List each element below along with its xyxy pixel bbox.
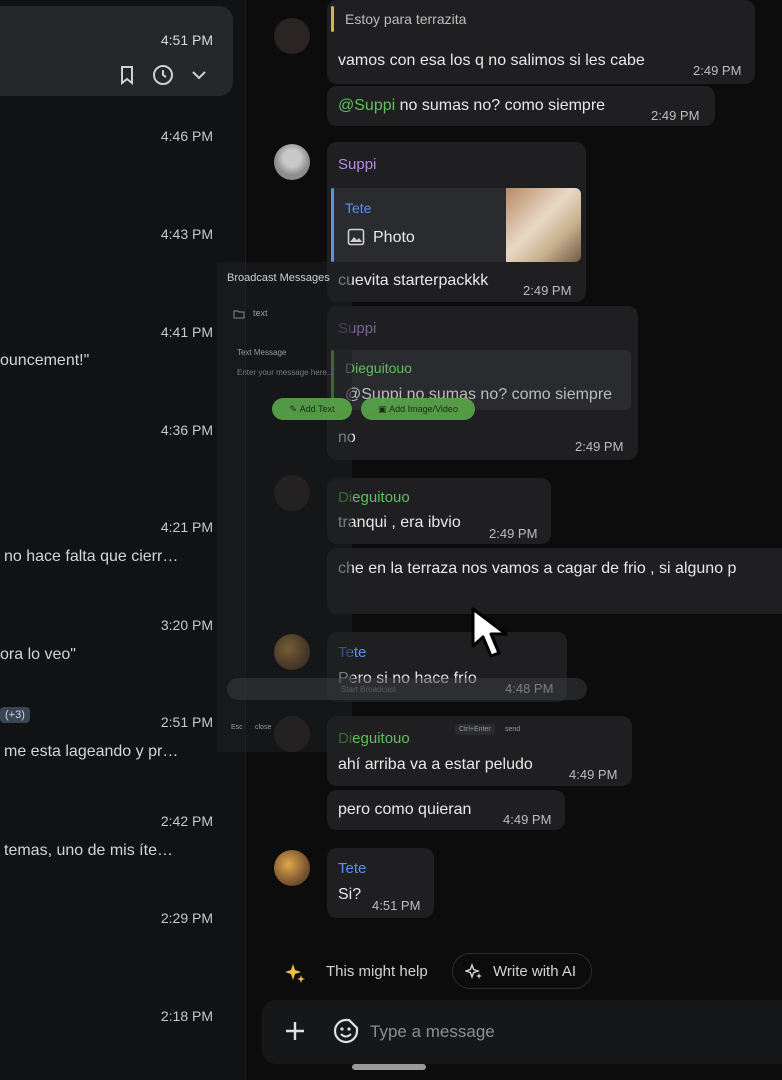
- chat-list: 4:51 PM 4:46 PM 4:43 PM 4:41 PM ouncemen…: [0, 0, 246, 1080]
- chat-preview: me esta lageando y pr…: [4, 743, 179, 760]
- message-time: 4:49 PM: [503, 812, 552, 827]
- message-bubble[interactable]: che en la terraza nos vamos a cagar de f…: [327, 548, 782, 614]
- message-bubble[interactable]: Dieguitouo tranqui , era ibvio 2:49 PM: [327, 478, 551, 544]
- chat-time: 4:41 PM: [160, 324, 213, 340]
- suggestion-label[interactable]: This might help: [326, 963, 428, 980]
- add-media-label: Add Image/Video: [389, 404, 458, 414]
- message-bubble[interactable]: pero como quieran 4:49 PM: [327, 790, 565, 830]
- sparkle-icon: [284, 962, 306, 989]
- send-label: send: [505, 726, 521, 733]
- image-icon: [347, 228, 365, 251]
- reply-sender: Tete: [345, 200, 372, 216]
- message-field[interactable]: Enter your message here...: [237, 368, 334, 377]
- chat-time: 3:20 PM: [160, 617, 213, 633]
- esc-key: Esc: [231, 724, 243, 731]
- dialog-title: Broadcast Messages: [227, 272, 330, 284]
- suggestion-bar: This might help Write with AI: [262, 950, 782, 994]
- ai-sparkle-icon: [463, 962, 483, 986]
- message-text: che en la terraza nos vamos a cagar de f…: [338, 560, 737, 577]
- sender-name[interactable]: Tete: [338, 860, 366, 877]
- chat-preview: ora lo veo": [0, 646, 76, 663]
- message-text: @Suppi no sumas no? como siempre: [338, 97, 605, 115]
- mention[interactable]: @Suppi: [338, 97, 395, 114]
- add-media-button[interactable]: ▣ Add Image/Video: [361, 398, 475, 420]
- message-text: pero como quieran: [338, 801, 472, 818]
- message-time: 2:49 PM: [489, 526, 538, 541]
- quote-bar: [331, 6, 334, 32]
- chat-time: 2:42 PM: [160, 813, 213, 829]
- reply-sender: Dieguitouo: [345, 360, 412, 376]
- start-broadcast-button[interactable]: [227, 678, 587, 700]
- chat-list-item-selected[interactable]: 4:51 PM: [0, 6, 233, 96]
- bookmark-icon[interactable]: [116, 64, 138, 86]
- quoted-text: Estoy para terrazita: [345, 11, 467, 27]
- message-bubble[interactable]: Suppi Tete Photo cuevita starterpackkk 2…: [327, 142, 586, 302]
- message-text: cuevita starterpackkk: [338, 272, 489, 289]
- unread-badge: (+3): [0, 707, 30, 723]
- field-label: Text Message: [237, 348, 287, 357]
- chat-preview: ouncement!": [0, 352, 90, 369]
- message-bubble[interactable]: Suppi Dieguitouo @Suppi no sumas no? com…: [327, 306, 638, 460]
- message-text: Si?: [338, 886, 362, 903]
- chat-time: 4:21 PM: [160, 519, 213, 535]
- message-text-body: no sumas no? como siempre: [395, 97, 606, 114]
- message-text: ahí arriba va a estar peludo: [338, 756, 533, 773]
- tab-text[interactable]: text: [253, 308, 268, 318]
- close-label: close: [255, 724, 272, 731]
- chat-time: 4:36 PM: [160, 422, 213, 438]
- folder-icon: [233, 306, 245, 324]
- message-time: 2:49 PM: [575, 439, 624, 454]
- write-with-ai-label: Write with AI: [493, 963, 577, 980]
- message-text: tranqui , era ibvio: [338, 514, 461, 531]
- message-input[interactable]: [370, 1018, 750, 1046]
- chat-preview: no hace falta que cierr…: [4, 548, 179, 565]
- sticker-icon[interactable]: [332, 1017, 360, 1050]
- message-time: 2:49 PM: [693, 63, 742, 78]
- reply-text: Photo: [373, 229, 415, 246]
- avatar[interactable]: [274, 144, 310, 180]
- home-indicator: [352, 1064, 426, 1070]
- message-bubble[interactable]: Estoy para terrazita vamos con esa los q…: [327, 0, 755, 84]
- chat-time: 4:51 PM: [160, 32, 213, 48]
- message-composer: [262, 1000, 782, 1064]
- message-time: 4:49 PM: [569, 767, 618, 782]
- quote-bar: [331, 188, 334, 262]
- write-with-ai-button[interactable]: Write with AI: [452, 953, 592, 989]
- chat-time: 4:46 PM: [160, 128, 213, 144]
- ctrl-enter-key: Ctrl+Enter: [455, 724, 495, 735]
- avatar[interactable]: [274, 18, 310, 54]
- plus-icon[interactable]: [284, 1020, 306, 1047]
- message-time: 2:49 PM: [651, 108, 700, 123]
- add-text-button[interactable]: ✎ Add Text: [272, 398, 352, 420]
- reply-preview[interactable]: Tete Photo: [331, 188, 581, 262]
- mouse-cursor-icon: [470, 606, 522, 665]
- photo-thumbnail[interactable]: [506, 188, 581, 262]
- chat-preview: temas, uno de mis íte…: [4, 842, 173, 859]
- chat-time: 2:29 PM: [160, 910, 213, 926]
- message-bubble[interactable]: Tete Si? 4:51 PM: [327, 848, 434, 918]
- message-time: 2:49 PM: [523, 283, 572, 298]
- chat-time: 2:18 PM: [160, 1008, 213, 1024]
- clock-icon[interactable]: [152, 64, 174, 86]
- message-time: 4:51 PM: [372, 898, 421, 913]
- add-text-label: Add Text: [299, 404, 335, 414]
- sender-name[interactable]: Suppi: [338, 156, 376, 173]
- chat-time: 4:43 PM: [160, 226, 213, 242]
- avatar[interactable]: [274, 850, 310, 886]
- message-bubble[interactable]: @Suppi no sumas no? como siempre 2:49 PM: [327, 86, 715, 126]
- message-text: vamos con esa los q no salimos si les ca…: [338, 52, 645, 69]
- chat-time: 2:51 PM: [160, 714, 213, 730]
- chevron-down-icon[interactable]: [188, 64, 210, 86]
